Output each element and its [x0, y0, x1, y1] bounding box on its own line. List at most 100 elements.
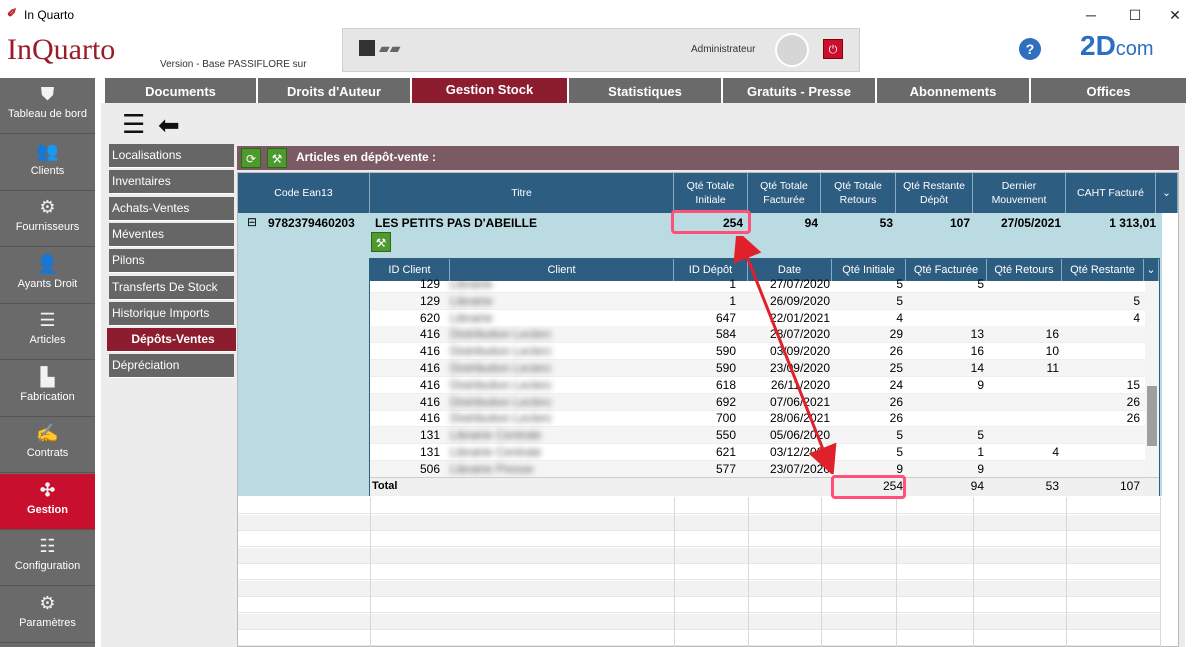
cell-qte-initiale: 24 — [889, 377, 903, 392]
cell-qte-initiale: 5 — [896, 277, 903, 291]
cell-qte-facturee — [906, 310, 984, 327]
cell-qte-facturee: 5 — [977, 277, 984, 291]
sidebar-item-contrats[interactable]: ✍ Contrats — [0, 417, 95, 473]
tab-offices[interactable]: Offices — [1029, 78, 1186, 103]
sidebar-item-gestion[interactable]: ✣ Gestion — [0, 473, 95, 530]
grid-divider — [821, 497, 822, 647]
minimize-button[interactable]: ─ — [1076, 4, 1106, 26]
empty-row — [238, 597, 1160, 613]
row-expander[interactable]: ⊟ — [247, 215, 257, 229]
cell-id-depot: 550 — [715, 428, 736, 443]
nav-item-dépôts-ventes[interactable]: Dépôts-Ventes — [107, 328, 236, 353]
maximize-button[interactable]: ☐ — [1120, 4, 1150, 26]
hamburger-menu-icon[interactable]: ☰ — [122, 111, 145, 137]
brand-logo: 2Dcom — [1080, 30, 1154, 62]
refresh-icon[interactable]: ⟳ — [241, 148, 261, 168]
nav-item-inventaires[interactable]: Inventaires — [109, 170, 234, 195]
tab-documents[interactable]: Documents — [103, 78, 256, 103]
cell-id-depot: 700 — [715, 411, 736, 426]
help-button[interactable]: ? — [1019, 38, 1041, 60]
total-row: Total 254 94 53 107 — [370, 477, 1159, 496]
sidebar-item-tableau-de-bord[interactable]: ⛊ Tableau de bord — [0, 78, 95, 134]
tab-gratuits-presse[interactable]: Gratuits - Presse — [721, 78, 875, 103]
nav-item-méventes[interactable]: Méventes — [109, 222, 234, 247]
cell-qte-restante — [1062, 343, 1140, 360]
cell-client: Distribution Leclerc — [450, 377, 553, 392]
column-header[interactable]: Qté Totale Facturée — [748, 173, 821, 213]
total-label: Total — [372, 480, 398, 492]
wand-icon[interactable]: ⚒ — [267, 148, 287, 168]
cell-qte-facturee: 94 — [804, 216, 818, 230]
back-arrow-icon[interactable]: ⬅ — [158, 110, 180, 141]
column-header[interactable]: Qté Totale Retours — [821, 173, 896, 213]
cell-qte-restante — [1062, 360, 1140, 377]
column-header[interactable]: Dernier Mouvement — [973, 173, 1066, 213]
nav-item-localisations[interactable]: Localisations — [109, 144, 234, 168]
column-header[interactable]: Qté Restante Dépôt — [896, 173, 973, 213]
user-name: Administrateur — [691, 44, 756, 55]
cell-qte-retours — [987, 394, 1059, 411]
nav-item-dépréciation[interactable]: Dépréciation — [109, 354, 234, 379]
tab-gestion-stock[interactable]: Gestion Stock — [410, 78, 567, 103]
row-wand-icon[interactable]: ⚒ — [371, 232, 391, 252]
sidebar-item-label: Fournisseurs — [15, 221, 80, 233]
cell-qte-initiale: 4 — [896, 310, 903, 325]
cell-id-client: 416 — [419, 344, 440, 359]
cell-client: Librairie Presse — [450, 461, 534, 476]
column-header[interactable]: Code Ean13 — [238, 173, 370, 213]
cell-id-depot: 621 — [715, 445, 736, 459]
users-icon: 👥 — [36, 140, 59, 161]
cell-id-client: 129 — [419, 277, 440, 291]
sidebar-item-label: Paramètres — [19, 616, 76, 629]
nav-item-achats-ventes[interactable]: Achats-Ventes — [109, 196, 234, 221]
empty-row — [238, 547, 1160, 564]
power-icon[interactable]: ⏻ — [823, 39, 843, 59]
tab-droits-d-auteur[interactable]: Droits d'Auteur — [256, 78, 410, 103]
column-header[interactable]: CAHT Facturé — [1066, 173, 1156, 213]
column-chooser-icon[interactable]: ⌄ — [1156, 173, 1178, 213]
cell-client: Librairie — [450, 293, 493, 308]
cell-qte-initiale: 5 — [896, 293, 903, 308]
cell-id-depot: 1 — [729, 293, 736, 308]
grid-header: Code Ean13 Titre Qté Totale Initiale Qté To… — [238, 173, 1178, 213]
tab-abonnements[interactable]: Abonnements — [875, 78, 1029, 103]
window-titlebar: ✐ In Quarto ─ ☐ ✕ — [0, 0, 1200, 30]
column-chooser-icon[interactable]: ⌄ — [1144, 259, 1159, 281]
screen-icon[interactable] — [359, 40, 375, 56]
supplier-icon: ⚙ — [39, 197, 56, 217]
cell-id-client: 131 — [419, 445, 440, 459]
cell-qte-retours — [987, 410, 1059, 427]
sidebar-item-ayants-droit[interactable]: 👤 Ayants Droit — [0, 248, 95, 304]
cell-qte-initiale: 26 — [889, 411, 903, 426]
cell-id-client: 416 — [419, 411, 440, 426]
sidebar-item-fournisseurs[interactable]: ⚙ Fournisseurs — [0, 191, 95, 247]
sidebar-item-label: Fabrication — [20, 390, 75, 403]
column-header[interactable]: Qté Totale Initiale — [674, 173, 748, 213]
cell-qte-facturee: 9 — [977, 377, 984, 392]
sidebar-item-clients[interactable]: 👥 Clients — [0, 135, 95, 191]
nav-item-pilons[interactable]: Pilons — [109, 249, 234, 274]
cell-qte-restante — [1062, 461, 1140, 478]
network-icon: ✣ — [39, 479, 56, 500]
cell-qte-restante: 26 — [1126, 394, 1140, 409]
nav-item-historique-imports[interactable]: Historique Imports — [109, 301, 234, 326]
sidebar-item-fabrication[interactable]: ▙ Fabrication — [0, 361, 95, 417]
empty-row — [238, 498, 1160, 514]
sidebar-item-paramètres[interactable]: ⚙ Paramètres — [0, 587, 95, 643]
column-header[interactable]: Titre — [370, 173, 674, 213]
cell-id-depot: 1 — [729, 277, 736, 291]
cell-qte-initiale: 5 — [896, 428, 903, 443]
chat-icon[interactable]: ▰▰ — [379, 40, 401, 56]
cell-qte-initiale: 26 — [889, 344, 903, 359]
sidebar-item-label: Gestion — [27, 503, 68, 516]
sliders-icon: ☷ — [39, 536, 56, 556]
sidebar-item-articles[interactable]: ☰ Articles — [0, 304, 95, 360]
scrollbar-thumb[interactable] — [1147, 386, 1157, 446]
close-button[interactable]: ✕ — [1160, 4, 1190, 26]
tab-statistiques[interactable]: Statistiques — [567, 78, 721, 103]
subgrid-scrollbar[interactable] — [1145, 281, 1159, 477]
nav-item-transferts-de-stock[interactable]: Transferts De Stock — [109, 275, 234, 300]
empty-row — [238, 613, 1160, 630]
sidebar-item-configuration[interactable]: ☷ Configuration — [0, 530, 95, 586]
empty-row — [238, 630, 1160, 646]
